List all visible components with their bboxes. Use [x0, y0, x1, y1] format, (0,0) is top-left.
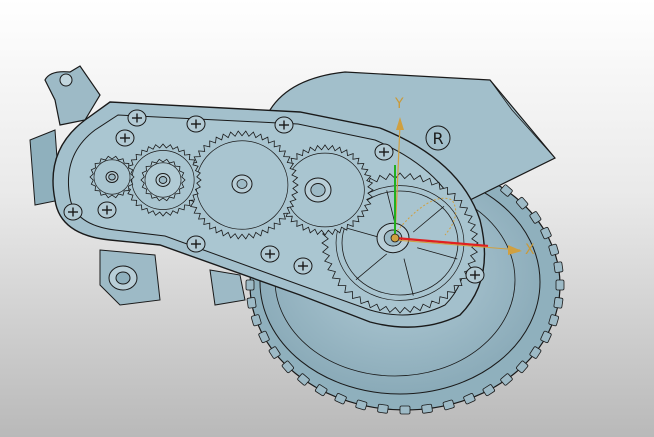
cad-viewport[interactable]: R Y X [0, 0, 654, 437]
origin-point[interactable] [390, 233, 400, 243]
screw [274, 116, 294, 134]
screw [186, 115, 206, 133]
tire-tread [377, 403, 389, 414]
tire-tread [399, 405, 411, 415]
screw [374, 143, 394, 161]
screw [186, 235, 206, 253]
tire-tread [553, 297, 564, 309]
screw [465, 266, 485, 284]
screw [293, 257, 313, 275]
screw [260, 245, 280, 263]
tire-tread [245, 279, 255, 291]
tire-tread [246, 297, 257, 309]
reduction-hub [155, 173, 171, 187]
emblem-letter: R [432, 129, 443, 148]
tire-tread [421, 403, 433, 414]
tire-tread [553, 261, 564, 273]
screw [63, 203, 83, 221]
tire-tread [555, 279, 565, 291]
screw [115, 129, 135, 147]
screw [97, 201, 117, 219]
gearbox-model[interactable]: R [0, 0, 654, 437]
y-axis-label: Y [395, 96, 404, 112]
idler-hub-right [304, 177, 332, 203]
x-axis-label: X [525, 242, 535, 258]
motor-hub [105, 170, 119, 184]
screw [127, 109, 147, 127]
